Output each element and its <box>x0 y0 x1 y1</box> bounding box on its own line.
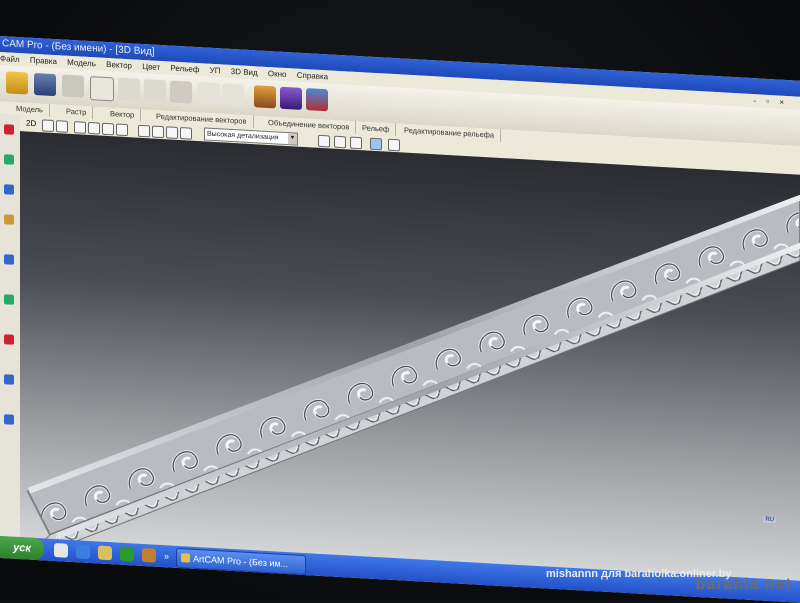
start-button[interactable]: уск <box>0 536 44 561</box>
menu-window[interactable]: Окно <box>268 69 287 79</box>
undo-icon[interactable] <box>198 82 220 106</box>
layer-icon[interactable] <box>4 124 14 135</box>
menu-file[interactable]: Файл <box>0 54 20 64</box>
menu-model[interactable]: Модель <box>67 58 96 69</box>
zoom-box-icon[interactable] <box>116 123 128 137</box>
language-indicator[interactable]: RU <box>763 516 776 524</box>
cut-icon[interactable] <box>118 77 140 101</box>
shade-icon[interactable] <box>318 134 330 148</box>
wireframe-icon[interactable] <box>350 136 362 150</box>
material-shade-icon[interactable] <box>334 135 346 149</box>
chevron-down-icon[interactable]: ▼ <box>288 133 297 145</box>
app2-icon[interactable] <box>142 547 156 563</box>
3d-viewport[interactable] <box>20 131 800 589</box>
desktop-icon[interactable] <box>54 543 68 558</box>
monitor-icon[interactable] <box>90 76 114 102</box>
molding-strip <box>26 194 800 548</box>
toolpath-panel-icon[interactable] <box>4 334 14 345</box>
view-top-icon[interactable] <box>152 125 164 139</box>
site-logo: barahla net <box>695 576 792 593</box>
copy-icon[interactable] <box>144 79 166 103</box>
search-icon[interactable] <box>62 74 84 98</box>
panel-icon[interactable] <box>4 254 14 265</box>
relief-model-render <box>26 194 800 548</box>
view-front-icon[interactable] <box>166 126 178 139</box>
menu-help[interactable]: Справка <box>297 71 328 82</box>
view-side-icon[interactable] <box>180 127 192 140</box>
paste-icon[interactable] <box>170 80 192 104</box>
taskbar-artcam-label: ArtCAM Pro - (Без им... <box>193 553 289 570</box>
menu-relief[interactable]: Рельеф <box>170 64 199 75</box>
screen: CAM Pro - (Без имени) - [3D Вид] Файл Пр… <box>0 36 800 603</box>
menu-vector[interactable]: Вектор <box>106 60 132 70</box>
menu-edit[interactable]: Правка <box>30 56 57 67</box>
settings-icon[interactable] <box>4 374 14 385</box>
quicklaunch-chevron[interactable]: » <box>164 545 169 567</box>
pan-icon[interactable] <box>56 120 68 133</box>
save-icon[interactable] <box>34 72 56 97</box>
app-icon[interactable] <box>120 546 134 562</box>
help-panel-icon[interactable] <box>4 414 14 425</box>
open-folder-icon[interactable] <box>6 71 28 95</box>
rotate-icon[interactable] <box>42 119 54 133</box>
light-icon[interactable] <box>370 137 382 151</box>
explorer-icon[interactable] <box>98 545 112 561</box>
view-iso-icon[interactable] <box>138 124 150 138</box>
project-icon[interactable] <box>4 184 14 195</box>
toolpath-icon[interactable] <box>306 88 328 112</box>
color-picker-icon[interactable] <box>388 138 400 152</box>
artcam-icon <box>181 553 190 563</box>
menu-toolpaths[interactable]: УП <box>210 66 221 76</box>
browser-icon[interactable] <box>76 544 90 560</box>
tree-icon[interactable] <box>4 154 14 165</box>
zoom-out-icon[interactable] <box>88 121 100 135</box>
menu-color[interactable]: Цвет <box>142 62 160 72</box>
view-mode-label[interactable]: 2D <box>26 115 36 132</box>
zoom-in-icon[interactable] <box>74 121 86 134</box>
menu-3d-view[interactable]: 3D Вид <box>231 67 258 78</box>
redo-icon[interactable] <box>222 83 244 107</box>
relief-panel-icon[interactable] <box>4 294 14 305</box>
zoom-fit-icon[interactable] <box>102 122 114 136</box>
detail-level-value: Высокая детализация <box>207 130 279 142</box>
tool-icon[interactable] <box>254 85 276 109</box>
material-icon[interactable] <box>280 86 302 110</box>
left-tool-strip <box>0 114 21 546</box>
assistant-icon[interactable] <box>4 214 14 225</box>
